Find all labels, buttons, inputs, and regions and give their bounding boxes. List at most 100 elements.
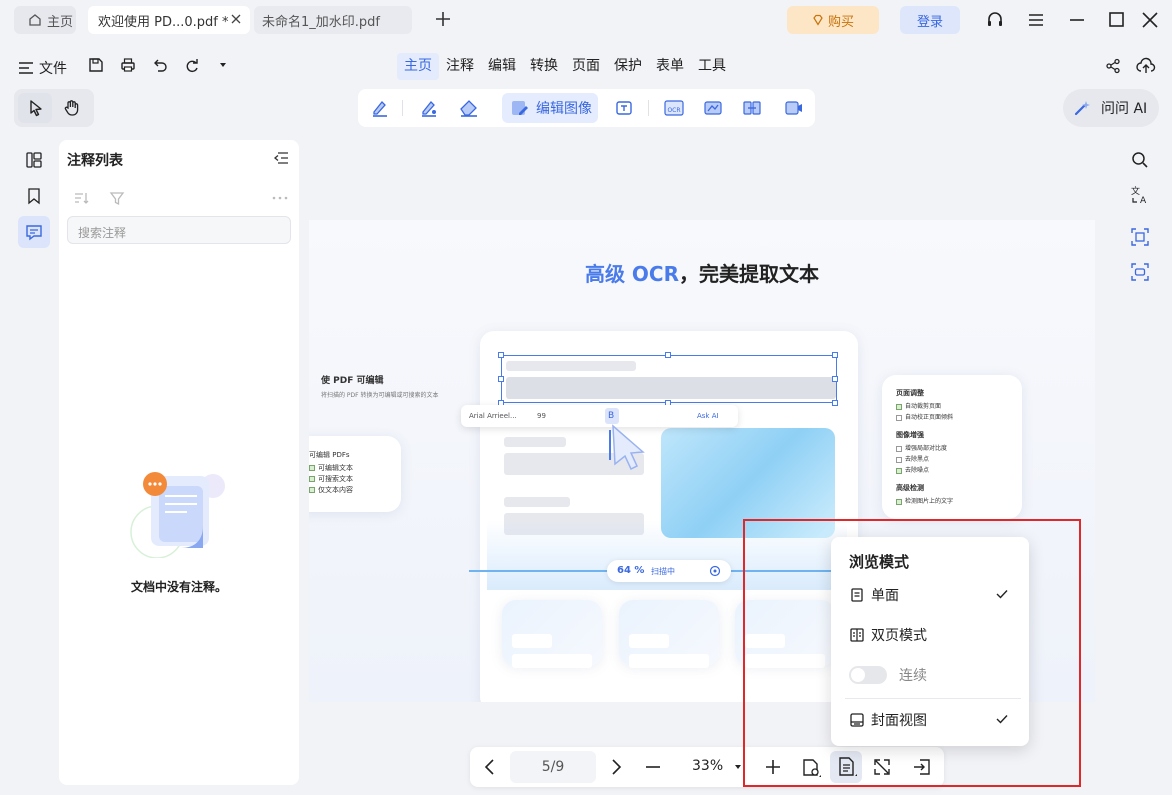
highlight-frame bbox=[743, 519, 1081, 787]
buy-button[interactable]: 购买 bbox=[787, 6, 879, 34]
scan-percent: 64 % bbox=[617, 565, 645, 576]
filter-icon[interactable] bbox=[109, 190, 125, 206]
empty-notes-illustration bbox=[129, 466, 229, 558]
headline-rest: ，完美提取文本 bbox=[679, 262, 820, 286]
text-recognition-icon[interactable] bbox=[614, 98, 634, 118]
media-icon[interactable] bbox=[782, 98, 804, 118]
caret-down-icon[interactable] bbox=[218, 60, 228, 70]
option-section: 图像增强 bbox=[896, 431, 924, 439]
checkbox-icon bbox=[896, 445, 902, 452]
tab-home-label: 主页 bbox=[47, 14, 74, 30]
nav-home[interactable]: 主页 bbox=[397, 53, 439, 80]
new-tab-plus-icon[interactable] bbox=[434, 10, 452, 28]
ask-ai-button[interactable]: 问问 AI bbox=[1063, 89, 1159, 127]
resize-handle bbox=[832, 400, 838, 406]
annotation-search-input[interactable]: 搜索注释 bbox=[67, 216, 291, 244]
tab-inactive-label: 未命名1_加水印.pdf bbox=[262, 14, 380, 30]
option-item: 自动裁剪页面 bbox=[896, 401, 941, 410]
resize-handle bbox=[498, 352, 504, 358]
search-icon[interactable] bbox=[1130, 150, 1150, 170]
svg-text:OCR: OCR bbox=[667, 107, 680, 114]
checkbox-icon bbox=[896, 403, 902, 410]
home-icon bbox=[28, 13, 42, 27]
edit-text-icon[interactable] bbox=[370, 98, 390, 118]
zoom-level[interactable]: 33% bbox=[692, 758, 723, 774]
editable-item: 仅文本内容 bbox=[309, 485, 353, 495]
menu-row: 文件 主页 注释 编辑 转换 页面 保护 表单 工具 bbox=[0, 50, 1172, 82]
compare-icon[interactable] bbox=[742, 98, 762, 118]
scan-label: 扫描中 bbox=[651, 567, 675, 576]
separator bbox=[402, 100, 403, 116]
next-page-icon[interactable] bbox=[606, 757, 626, 777]
redo-icon[interactable] bbox=[184, 57, 200, 73]
editable-item: 可编辑文本 bbox=[309, 463, 353, 473]
placeholder-line bbox=[629, 654, 709, 668]
thumbnail-card bbox=[502, 600, 602, 668]
nav-protect[interactable]: 保护 bbox=[607, 53, 649, 80]
watermark-icon[interactable] bbox=[703, 98, 723, 118]
empty-annotations-message: 文档中没有注释。 bbox=[130, 580, 227, 594]
save-icon[interactable] bbox=[88, 57, 104, 73]
bookmark-panel-button[interactable] bbox=[18, 180, 50, 212]
tab-document-inactive[interactable]: 未命名1_加水印.pdf bbox=[254, 6, 412, 34]
resize-handle bbox=[832, 376, 838, 382]
tab-home[interactable]: 主页 bbox=[14, 6, 76, 34]
maximize-icon[interactable] bbox=[1108, 10, 1126, 30]
editable-item: 可搜索文本 bbox=[309, 474, 353, 484]
svg-text:文: 文 bbox=[1131, 185, 1140, 197]
close-window-icon[interactable] bbox=[1141, 10, 1159, 30]
thumbnail-panel-button[interactable] bbox=[18, 144, 50, 176]
print-icon[interactable] bbox=[120, 57, 136, 73]
undo-icon[interactable] bbox=[152, 57, 168, 73]
scan-line bbox=[469, 570, 609, 572]
annotation-panel: 注释列表 搜索注释 文档中没有注释。 bbox=[59, 140, 299, 785]
translate-icon[interactable]: 文A bbox=[1130, 185, 1150, 205]
comment-icon bbox=[25, 223, 43, 241]
edit-image-button[interactable]: 编辑图像 bbox=[502, 93, 598, 123]
sort-icon[interactable] bbox=[73, 190, 89, 206]
settings-icon bbox=[709, 565, 721, 577]
editable-pdfs-card: 可编辑 PDFs 可编辑文本 可搜索文本 仅文本内容 bbox=[309, 436, 401, 512]
hand-icon[interactable] bbox=[63, 99, 81, 117]
select-tool[interactable] bbox=[18, 93, 52, 123]
share-icon[interactable] bbox=[1105, 58, 1121, 74]
headset-icon[interactable] bbox=[985, 10, 1005, 30]
font-name: Arial Arrieel... bbox=[469, 412, 517, 420]
thumbnail-card bbox=[619, 600, 719, 668]
placeholder-line bbox=[512, 654, 592, 668]
nav-convert[interactable]: 转换 bbox=[523, 53, 565, 80]
page-number-input[interactable]: 5/9 bbox=[510, 751, 596, 783]
minimize-icon[interactable] bbox=[1068, 10, 1086, 30]
ocr-icon[interactable]: OCR bbox=[663, 98, 685, 118]
checkbox-icon bbox=[896, 498, 902, 505]
collapse-panel-icon[interactable] bbox=[273, 150, 289, 166]
previous-page-icon[interactable] bbox=[480, 757, 500, 777]
resize-handle bbox=[665, 352, 671, 358]
floating-format-bar: Arial Arrieel... 99 B Ask AI bbox=[461, 405, 738, 427]
login-button[interactable]: 登录 bbox=[900, 6, 960, 34]
more-options-icon[interactable] bbox=[271, 190, 289, 206]
file-menu[interactable]: 文件 bbox=[18, 58, 67, 78]
tab-document-active[interactable]: 欢迎使用 PD...0.pdf * bbox=[88, 6, 250, 34]
zoom-dropdown-icon[interactable] bbox=[734, 763, 742, 771]
menu-icon[interactable] bbox=[1027, 10, 1045, 30]
comment-panel-button[interactable] bbox=[18, 216, 50, 248]
add-text-icon[interactable] bbox=[419, 98, 439, 118]
zoom-out-icon[interactable] bbox=[643, 757, 663, 777]
nav-page[interactable]: 页面 bbox=[565, 53, 607, 80]
screenshot-icon[interactable] bbox=[1130, 227, 1150, 247]
ask-ai-mini-label: Ask AI bbox=[697, 412, 719, 420]
nav-edit[interactable]: 编辑 bbox=[481, 53, 523, 80]
placeholder-line bbox=[629, 634, 669, 648]
cursor-tool-group bbox=[14, 89, 94, 127]
svg-text:A: A bbox=[1140, 196, 1147, 205]
cloud-upload-icon[interactable] bbox=[1136, 57, 1156, 75]
scan-icon[interactable] bbox=[1130, 262, 1150, 282]
option-section: 页面调整 bbox=[896, 389, 924, 397]
nav-annotate[interactable]: 注释 bbox=[439, 53, 481, 80]
nav-form[interactable]: 表单 bbox=[649, 53, 691, 80]
nav-tools[interactable]: 工具 bbox=[691, 53, 733, 80]
option-section: 高级检测 bbox=[896, 484, 924, 492]
eraser-icon[interactable] bbox=[458, 98, 480, 118]
close-icon[interactable] bbox=[230, 13, 242, 25]
